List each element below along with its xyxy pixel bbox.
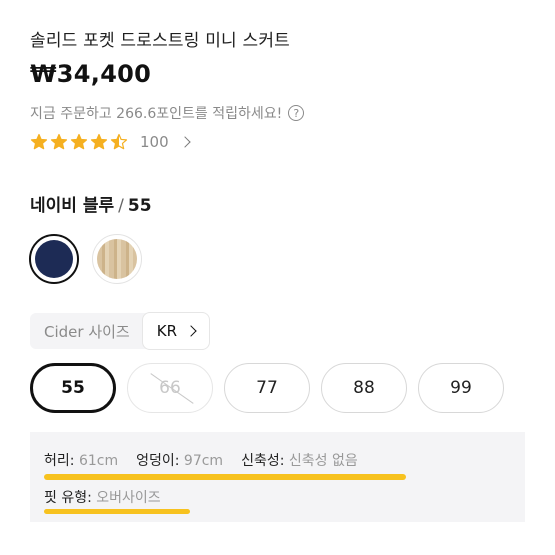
region-selector-button[interactable]: KR	[141, 312, 210, 350]
size-option-55[interactable]: 55	[30, 363, 116, 413]
waist-info: 허리: 61cm	[44, 450, 118, 470]
waist-key: 허리:	[44, 453, 75, 469]
chevron-right-icon[interactable]	[178, 136, 191, 148]
star-icon	[30, 133, 48, 150]
variant-separator: /	[118, 196, 124, 216]
star-icon	[70, 133, 88, 150]
rating-row[interactable]: 100	[30, 133, 191, 151]
points-info: 지금 주문하고 266.6포인트를 적립하세요! ?	[30, 103, 305, 123]
product-price: ₩34,400	[30, 60, 152, 88]
points-text: 지금 주문하고 266.6포인트를 적립하세요!	[30, 106, 283, 122]
size-option-77[interactable]: 77	[224, 363, 310, 413]
fit-type-key: 핏 유형:	[44, 490, 92, 506]
highlight-underline	[44, 474, 406, 480]
product-title: 솔리드 포켓 드로스트링 미니 스커트	[30, 31, 291, 51]
size-name: 55	[127, 196, 152, 216]
size-option-99[interactable]: 99	[418, 363, 504, 413]
stretch-info: 신축성: 신축성 없음	[241, 450, 358, 470]
star-rating	[30, 133, 128, 151]
star-icon	[90, 133, 108, 150]
selected-variant: 네이비 블루/55	[30, 191, 152, 216]
size-option-label: 99	[450, 378, 472, 398]
chevron-right-icon	[185, 325, 197, 337]
question-icon[interactable]: ?	[288, 105, 305, 121]
swatch-navy-fill	[35, 240, 73, 278]
size-chart-bar: Cider 사이즈 KR	[30, 312, 210, 350]
size-option-label: 55	[61, 378, 85, 398]
swatch-navy[interactable]	[29, 234, 79, 284]
measurements-row: 허리: 61cm 엉덩이: 97cm 신축성: 신축성 없음	[44, 450, 358, 470]
hip-info: 엉덩이: 97cm	[136, 450, 223, 470]
size-option-label: 77	[256, 378, 278, 398]
hip-key: 엉덩이:	[136, 453, 180, 469]
hip-value: 97cm	[183, 453, 224, 469]
swatch-beige[interactable]	[92, 234, 142, 284]
waist-value: 61cm	[78, 453, 119, 469]
star-icon	[110, 133, 128, 150]
stretch-value: 신축성 없음	[288, 453, 358, 469]
size-option-88[interactable]: 88	[321, 363, 407, 413]
fit-type-row: 핏 유형: 오버사이즈	[44, 487, 161, 507]
swatch-beige-fill	[97, 239, 137, 279]
highlight-underline	[44, 509, 190, 514]
star-icon	[50, 133, 68, 150]
size-chart-label: Cider 사이즈	[30, 313, 146, 349]
size-option-66: 66	[127, 363, 213, 413]
review-count[interactable]: 100	[140, 133, 169, 151]
size-option-label: 88	[353, 378, 375, 398]
stretch-key: 신축성:	[241, 453, 285, 469]
size-options: 55 66 77 88 99	[30, 363, 504, 413]
fit-type-value: 오버사이즈	[96, 490, 161, 506]
region-label: KR	[156, 322, 177, 340]
color-name: 네이비 블루	[30, 196, 115, 216]
